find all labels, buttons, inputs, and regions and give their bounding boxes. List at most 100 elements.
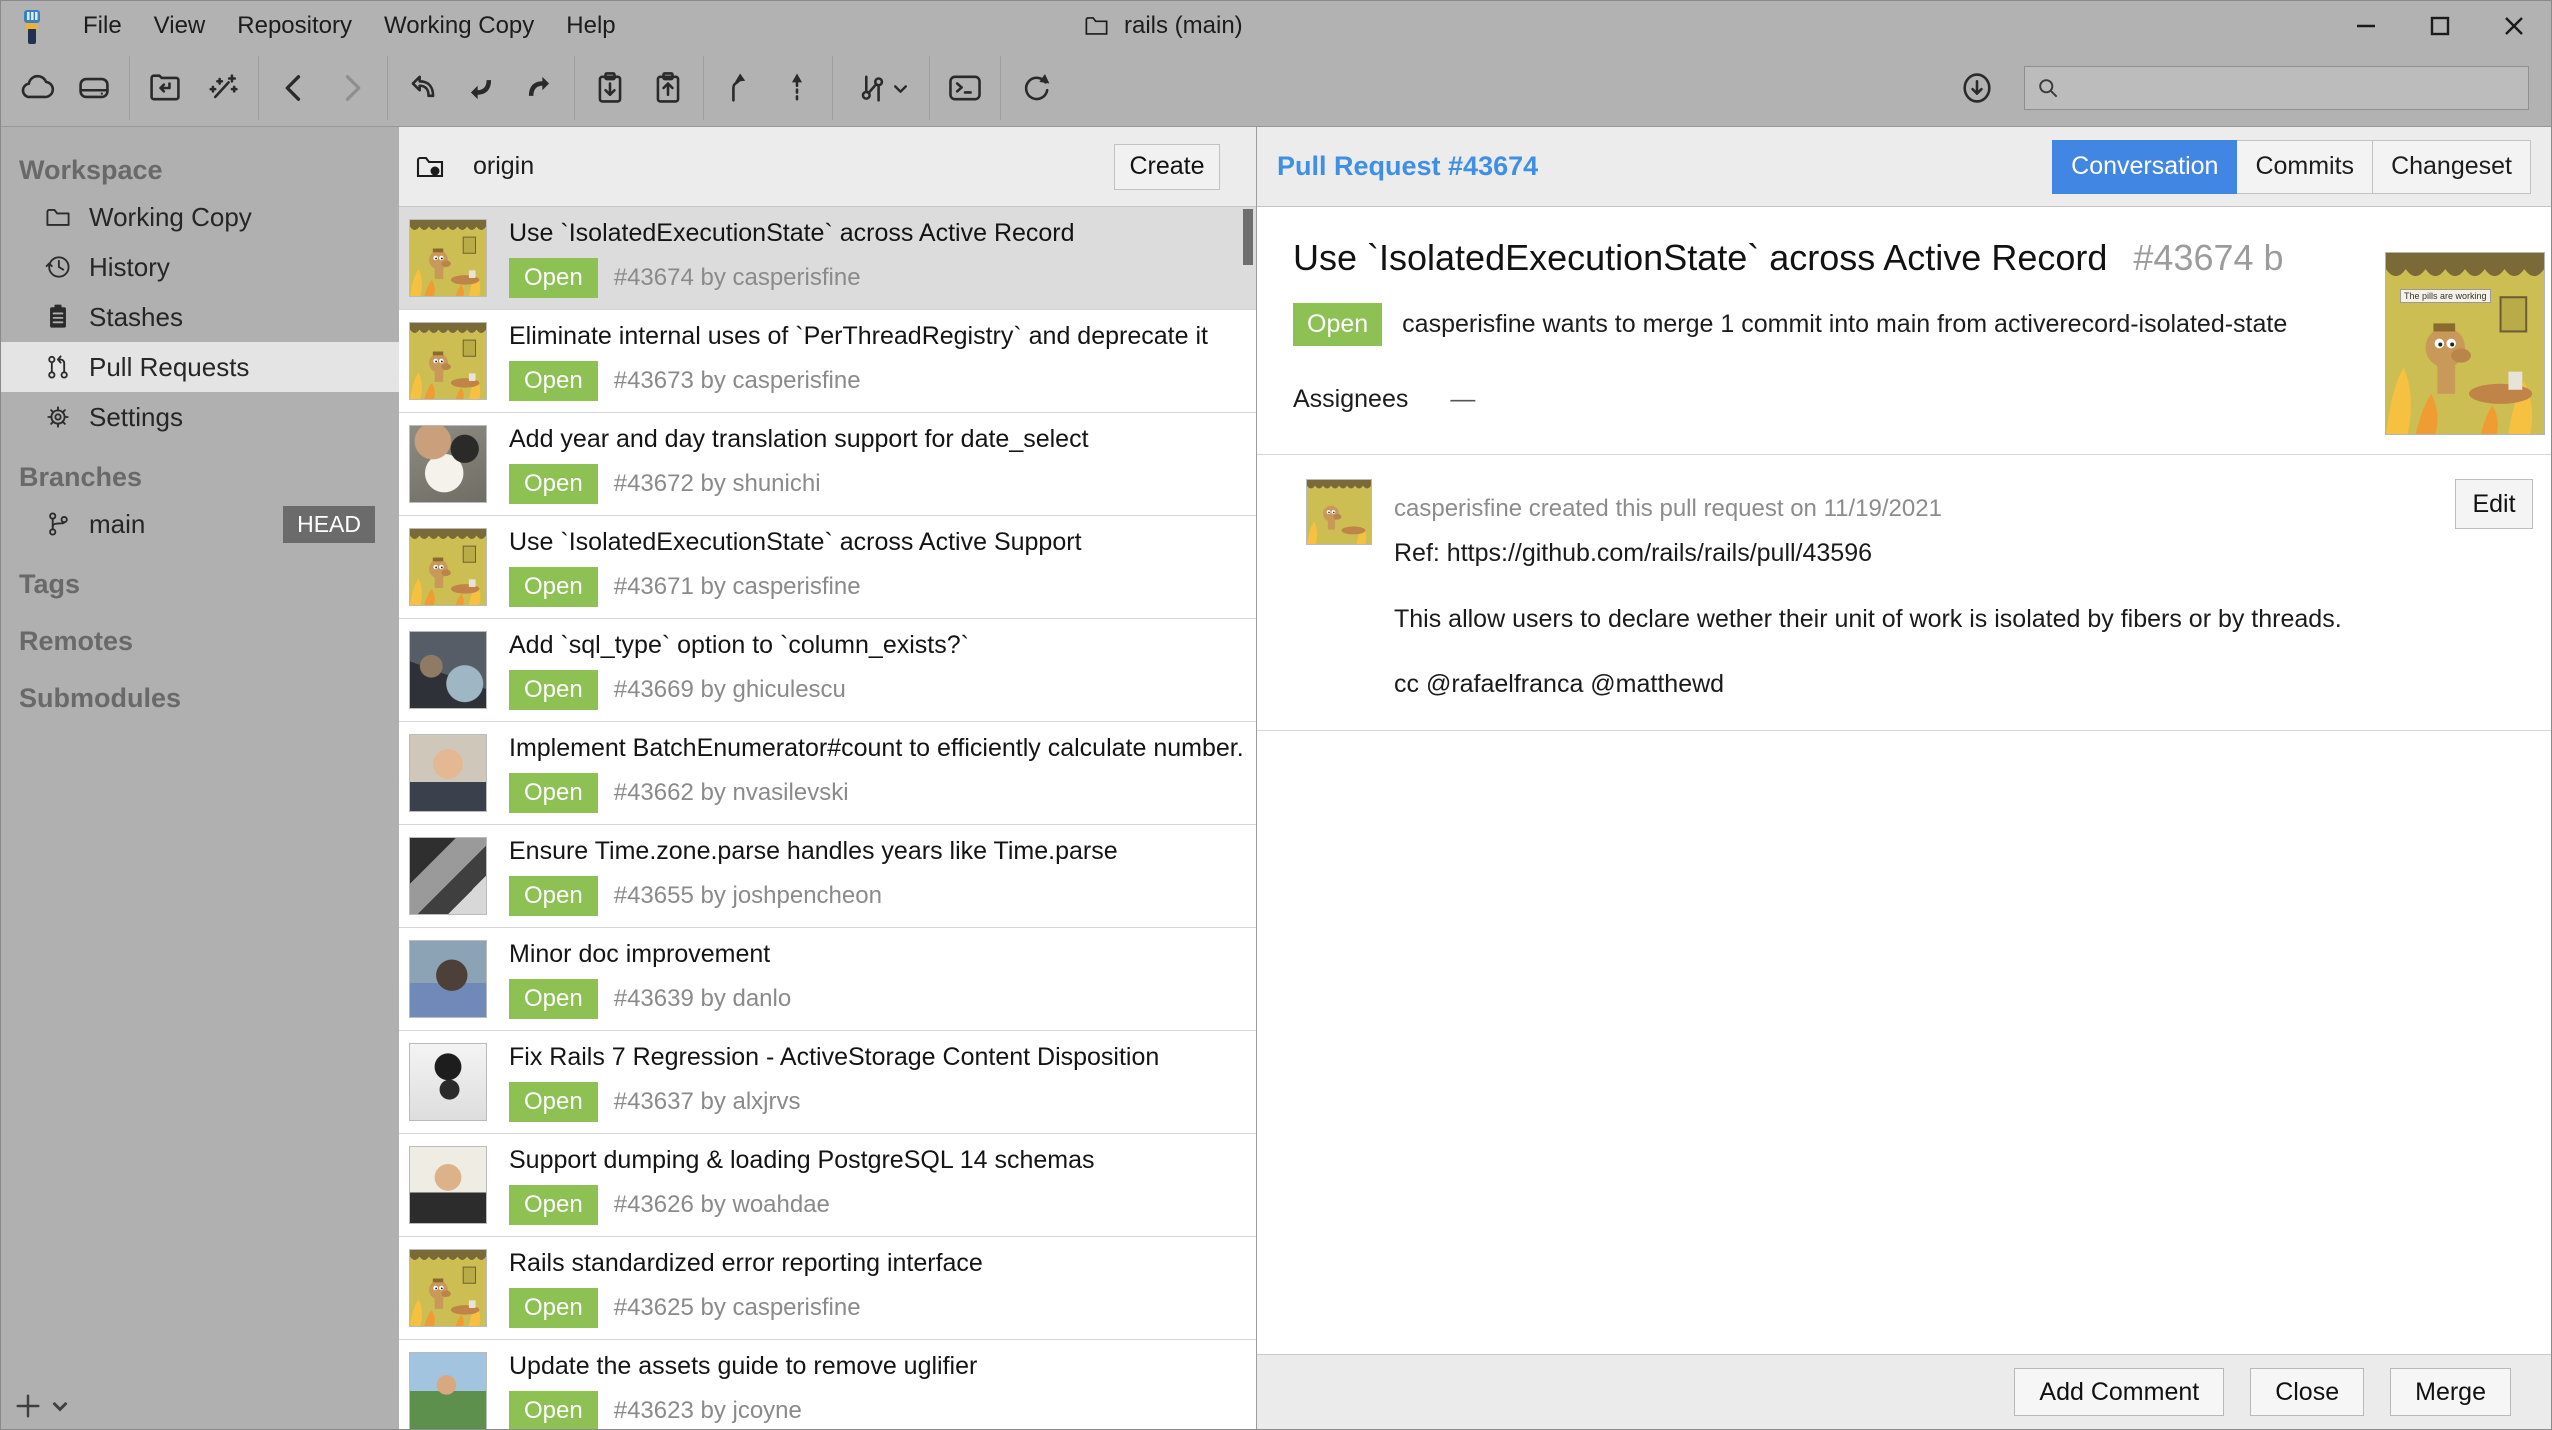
chevron-down-icon: [892, 80, 909, 97]
search-input[interactable]: [2069, 74, 2518, 102]
status-badge: Open: [509, 876, 598, 916]
avatar: [409, 219, 487, 297]
add-repo-button[interactable]: [13, 1391, 43, 1421]
branch-icon: [43, 509, 73, 539]
pr-title: Support dumping & loading PostgreSQL 14 …: [509, 1146, 1246, 1175]
sidebar-item-settings[interactable]: Settings: [1, 392, 399, 442]
avatar: [409, 1352, 487, 1429]
status-badge: Open: [509, 670, 598, 710]
toolbar: [1, 50, 2551, 127]
tab-conversation[interactable]: Conversation: [2052, 140, 2237, 194]
sidebar-item-label: Working Copy: [89, 202, 252, 233]
list-scrollbar-thumb[interactable]: [1243, 209, 1253, 265]
pull-button[interactable]: [452, 56, 510, 120]
avatar: [409, 1249, 487, 1327]
sidebar-item-branch-main[interactable]: main HEAD: [1, 499, 399, 549]
sidebar-item-working-copy[interactable]: Working Copy: [1, 192, 399, 242]
avatar: [409, 1043, 487, 1121]
pr-meta: #43669 by ghiculescu: [614, 676, 846, 704]
pr-row[interactable]: Ensure Time.zone.parse handles years lik…: [399, 825, 1256, 928]
pr-row[interactable]: Use `IsolatedExecutionState` across Acti…: [399, 516, 1256, 619]
avatar: [409, 322, 487, 400]
edit-comment-button[interactable]: Edit: [2455, 479, 2533, 529]
sidebar-item-label: History: [89, 252, 170, 283]
fetch-button[interactable]: [394, 56, 452, 120]
cloud-button[interactable]: [7, 56, 65, 120]
pr-row[interactable]: Minor doc improvement Open#43639 by danl…: [399, 928, 1256, 1031]
pr-row[interactable]: Rails standardized error reporting inter…: [399, 1237, 1256, 1340]
pr-row[interactable]: Support dumping & loading PostgreSQL 14 …: [399, 1134, 1256, 1237]
tab-changeset[interactable]: Changeset: [2373, 140, 2531, 194]
pr-row[interactable]: Fix Rails 7 Regression - ActiveStorage C…: [399, 1031, 1256, 1134]
git-flow-icon: [854, 69, 892, 107]
sidebar-item-pull-requests[interactable]: Pull Requests: [1, 342, 399, 392]
local-drive-button[interactable]: [65, 56, 123, 120]
add-comment-button[interactable]: Add Comment: [2014, 1368, 2224, 1416]
pr-title: Rails standardized error reporting inter…: [509, 1249, 1246, 1278]
pr-row[interactable]: Add `sql_type` option to `column_exists?…: [399, 619, 1256, 722]
menu-help[interactable]: Help: [554, 8, 627, 44]
pr-title: Fix Rails 7 Regression - ActiveStorage C…: [509, 1043, 1246, 1072]
open-repo-icon: [146, 69, 184, 107]
pr-row[interactable]: Use `IsolatedExecutionState` across Acti…: [399, 207, 1256, 310]
pr-row[interactable]: Eliminate internal uses of `PerThreadReg…: [399, 310, 1256, 413]
create-branch-button[interactable]: [710, 56, 768, 120]
minimize-button[interactable]: [2329, 1, 2403, 50]
comment-line: cc @rafaelfranca @matthewd: [1394, 670, 1724, 699]
avatar: [409, 837, 487, 915]
detail-footer: Add Comment Close Merge: [1257, 1354, 2551, 1429]
chevron-down-icon[interactable]: [51, 1397, 69, 1415]
avatar: [409, 425, 487, 503]
push-button[interactable]: [510, 56, 568, 120]
menu-view[interactable]: View: [142, 8, 218, 44]
author-avatar-large: The pills are working: [2385, 252, 2545, 435]
status-badge: Open: [509, 1391, 598, 1430]
pr-title: Implement BatchEnumerator#count to effic…: [509, 734, 1246, 763]
create-pr-button[interactable]: Create: [1114, 144, 1220, 190]
download-button[interactable]: [1948, 56, 2006, 120]
pr-title: Add year and day translation support for…: [509, 425, 1246, 454]
assignees-value: —: [1450, 385, 1475, 414]
menu-working-copy[interactable]: Working Copy: [372, 8, 546, 44]
pr-meta: #43655 by joshpencheon: [614, 882, 882, 910]
pull-request-icon: [43, 352, 73, 382]
magic-wand-button[interactable]: [194, 56, 252, 120]
detail-pr-title: Use `IsolatedExecutionState` across Acti…: [1293, 237, 2284, 279]
merge-pr-button[interactable]: Merge: [2390, 1368, 2511, 1416]
cloud-icon: [17, 69, 55, 107]
menu-repository[interactable]: Repository: [225, 8, 364, 44]
assignees-label: Assignees: [1293, 385, 1408, 414]
pr-row[interactable]: Update the assets guide to remove uglifi…: [399, 1340, 1256, 1429]
sidebar-item-stashes[interactable]: Stashes: [1, 292, 399, 342]
refresh-button[interactable]: [1007, 56, 1065, 120]
back-button[interactable]: [265, 56, 323, 120]
detail-pr-title-text: Use `IsolatedExecutionState` across Acti…: [1293, 237, 2107, 278]
status-badge: Open: [509, 361, 598, 401]
pr-meta: #43674 by casperisfine: [614, 264, 861, 292]
pr-title: Eliminate internal uses of `PerThreadReg…: [509, 322, 1246, 351]
tab-commits[interactable]: Commits: [2237, 140, 2373, 194]
sidebar-item-label: main: [89, 509, 145, 540]
close-button[interactable]: [2477, 1, 2551, 50]
close-pr-button[interactable]: Close: [2250, 1368, 2364, 1416]
open-repo-button[interactable]: [136, 56, 194, 120]
detail-panel-title: Pull Request #43674: [1277, 151, 1538, 182]
pr-row[interactable]: Add year and day translation support for…: [399, 413, 1256, 516]
terminal-button[interactable]: [936, 56, 994, 120]
pr-title: Minor doc improvement: [509, 940, 1246, 969]
forward-button[interactable]: [323, 56, 381, 120]
pr-meta: #43673 by casperisfine: [614, 367, 861, 395]
git-flow-button[interactable]: [839, 56, 923, 120]
maximize-button[interactable]: [2403, 1, 2477, 50]
sidebar-item-history[interactable]: History: [1, 242, 399, 292]
cherry-pick-button[interactable]: [768, 56, 826, 120]
pop-stash-button[interactable]: [639, 56, 697, 120]
stash-button[interactable]: [581, 56, 639, 120]
push-icon: [520, 69, 558, 107]
pr-title: Update the assets guide to remove uglifi…: [509, 1352, 1246, 1381]
pr-row[interactable]: Implement BatchEnumerator#count to effic…: [399, 722, 1256, 825]
sidebar-section-submodules: Submodules: [1, 677, 399, 720]
menu-file[interactable]: File: [71, 8, 134, 44]
avatar: [409, 631, 487, 709]
pop-stash-icon: [649, 69, 687, 107]
